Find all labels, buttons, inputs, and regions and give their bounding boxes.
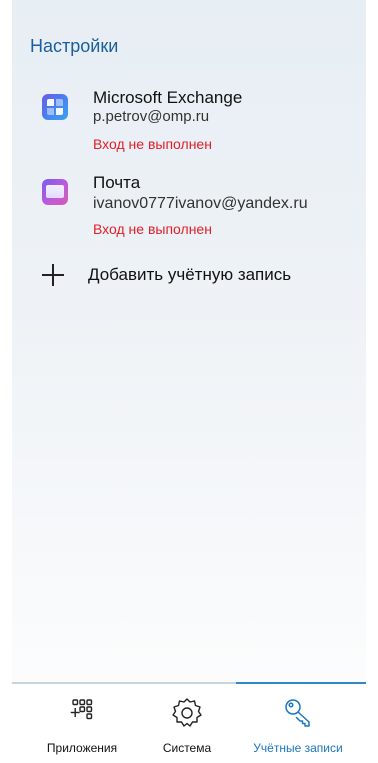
gear-icon [172, 698, 202, 727]
plus-icon [42, 264, 64, 286]
exchange-app-icon [42, 94, 68, 120]
account-email: p.petrov@omp.ru [93, 108, 210, 125]
add-account-label: Добавить учётную запись [88, 265, 292, 284]
page-title: Настройки [30, 36, 119, 56]
tab-apps[interactable]: Приложения [27, 696, 137, 758]
account-title: Почта [93, 173, 141, 192]
apps-grid-icon [70, 699, 93, 720]
tab-system-label: Система [162, 741, 212, 755]
account-email: ivanov0777ivanov@yandex.ru [93, 195, 308, 212]
account-status: Вход не выполнен [93, 221, 212, 237]
mail-app-icon [42, 179, 68, 205]
active-tab-indicator [236, 682, 366, 684]
settings-screen: Настройки Microsoft Exchange p.petrov@om… [12, 0, 366, 763]
bottom-navigation: Приложения Система Учётные записи [12, 682, 366, 763]
account-item-mail[interactable]: Почта ivanov0777ivanov@yandex.ru Вход не… [42, 173, 362, 239]
tab-accounts[interactable]: Учётные записи [243, 696, 353, 758]
account-title: Microsoft Exchange [93, 88, 243, 107]
account-status: Вход не выполнен [93, 136, 212, 152]
account-item-exchange[interactable]: Microsoft Exchange p.petrov@omp.ru Вход … [42, 88, 362, 154]
tab-accounts-label: Учётные записи [253, 741, 343, 755]
tab-system[interactable]: Система [132, 696, 242, 758]
key-icon [285, 699, 310, 727]
tab-apps-label: Приложения [46, 741, 118, 755]
add-account-button[interactable]: Добавить учётную запись [42, 262, 342, 288]
